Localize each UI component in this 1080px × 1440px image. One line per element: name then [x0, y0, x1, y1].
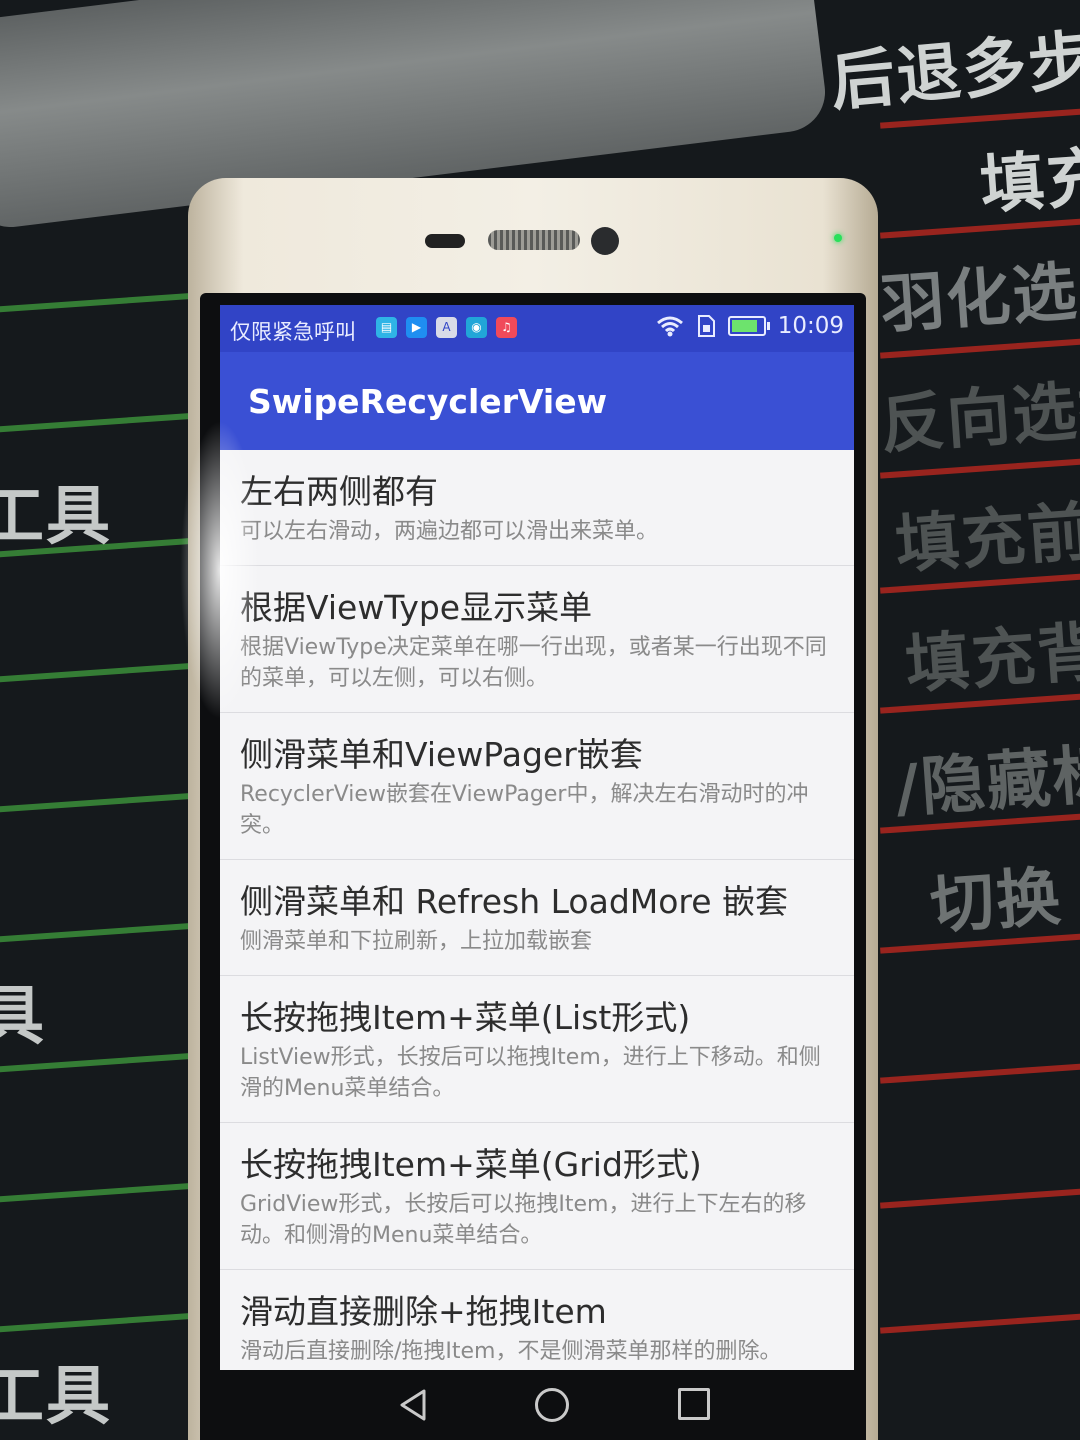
list-item-description: ListView形式，长按后可以拖拽Item，进行上下移动。和侧滑的Menu菜单… [240, 1045, 821, 1101]
proximity-sensor [425, 234, 465, 248]
app-store-notification-icon: A [436, 317, 457, 338]
list-item-title: 滑动直接删除+拖拽Item [240, 1292, 607, 1331]
navigation-bar [200, 1370, 866, 1440]
wifi-icon [656, 316, 683, 337]
list-item-description: RecyclerView嵌套在ViewPager中，解决左右滑动时的冲突。 [240, 782, 809, 838]
background-menu-text: 反向选择 [878, 370, 1080, 464]
list-item-description: GridView形式，长按后可以拖拽Item，进行上下左右的移动。和侧滑的Men… [240, 1192, 807, 1248]
status-indicators: 10:09 [656, 313, 844, 339]
list-item-title: 长按拖拽Item+菜单(List形式) [240, 998, 691, 1037]
background-stripe [880, 1062, 1080, 1084]
background-stripe [0, 292, 200, 314]
music-notification-icon: ♫ [496, 317, 517, 338]
background-menu-text: 后退多步 [827, 23, 1080, 121]
list-item[interactable]: 左右两侧都有 可以左右滑动，两遍边都可以滑出来菜单。 [220, 450, 854, 566]
phone-screen: 仅限紧急呼叫 ▤ ▶ A ◉ ♫ 10:09 SwipeRecyclerView… [220, 305, 854, 1370]
list-item-description: 侧滑菜单和下拉刷新，上拉加载嵌套 [240, 929, 593, 954]
notification-icons: ▤ ▶ A ◉ ♫ [376, 317, 517, 338]
background-stripe [0, 412, 200, 434]
background-stripe [0, 792, 200, 814]
chat-notification-icon: ▤ [376, 317, 397, 338]
video-notification-icon: ▶ [406, 317, 427, 338]
app-bar: SwipeRecyclerView [220, 352, 854, 450]
background-stripe [880, 1312, 1080, 1334]
app-notification-icon: ◉ [466, 317, 487, 338]
list-item[interactable]: 根据ViewType显示菜单 根据ViewType决定菜单在哪一行出现，或者某一… [220, 566, 854, 713]
menu-list: 左右两侧都有 可以左右滑动，两遍边都可以滑出来菜单。 根据ViewType显示菜… [220, 450, 854, 1370]
clock: 10:09 [777, 313, 844, 339]
background-menu-text: 填充背景 [903, 610, 1080, 704]
background-stripe [0, 662, 200, 684]
list-item[interactable]: 长按拖拽Item+菜单(Grid形式) GridView形式，长按后可以拖拽It… [220, 1123, 854, 1270]
status-bar: 仅限紧急呼叫 ▤ ▶ A ◉ ♫ 10:09 [220, 305, 854, 352]
list-item[interactable]: 长按拖拽Item+菜单(List形式) ListView形式，长按后可以拖拽It… [220, 976, 854, 1123]
app-title: SwipeRecyclerView [248, 382, 608, 421]
background-menu-text: 填充前景 [893, 490, 1080, 584]
list-item-title: 侧滑菜单和 Refresh LoadMore 嵌套 [240, 882, 789, 921]
list-item[interactable]: 滑动直接删除+拖拽Item 滑动后直接删除/拖拽Item，不是侧滑菜单那样的删除… [220, 1270, 854, 1370]
background-menu-text: 羽化选区 [878, 250, 1080, 344]
home-button[interactable] [535, 1388, 569, 1422]
back-button[interactable] [398, 1388, 428, 1422]
recent-apps-button[interactable] [678, 1388, 710, 1420]
list-item-title: 侧滑菜单和ViewPager嵌套 [240, 735, 643, 774]
front-camera [591, 227, 619, 255]
list-item-description: 滑动后直接删除/拖拽Item，不是侧滑菜单那样的删除。 [240, 1339, 782, 1364]
list-item-title: 左右两侧都有 [240, 472, 438, 511]
list-item-description: 可以左右滑动，两遍边都可以滑出来菜单。 [240, 519, 659, 544]
earpiece-speaker [488, 230, 580, 250]
notification-led [834, 234, 842, 242]
background-stripe [0, 1312, 200, 1334]
background-tool-text: 工具 [0, 1360, 112, 1434]
background-tool-text: 工具 [0, 480, 112, 554]
list-item-title: 长按拖拽Item+菜单(Grid形式) [240, 1145, 702, 1184]
carrier-text: 仅限紧急呼叫 [230, 320, 356, 344]
list-item[interactable]: 侧滑菜单和ViewPager嵌套 RecyclerView嵌套在ViewPage… [220, 713, 854, 860]
list-item[interactable]: 侧滑菜单和 Refresh LoadMore 嵌套 侧滑菜单和下拉刷新，上拉加载… [220, 860, 854, 976]
background-tool-text: 具 [0, 980, 46, 1054]
background-menu-text: /隐藏标 [893, 737, 1080, 827]
battery-icon [727, 316, 770, 336]
background-stripe [0, 922, 200, 944]
background-stripe [880, 1187, 1080, 1209]
list-item-title: 根据ViewType显示菜单 [240, 588, 593, 627]
phone-body: 仅限紧急呼叫 ▤ ▶ A ◉ ♫ 10:09 SwipeRecyclerView… [188, 178, 878, 1440]
sim-card-icon [697, 315, 715, 337]
background-menu-text: 填充 [977, 140, 1080, 224]
background-menu-text: 切换 [927, 860, 1065, 944]
background-stripe [0, 1182, 200, 1204]
list-item-description: 根据ViewType决定菜单在哪一行出现，或者某一行出现不同的菜单，可以左侧，可… [240, 635, 827, 691]
